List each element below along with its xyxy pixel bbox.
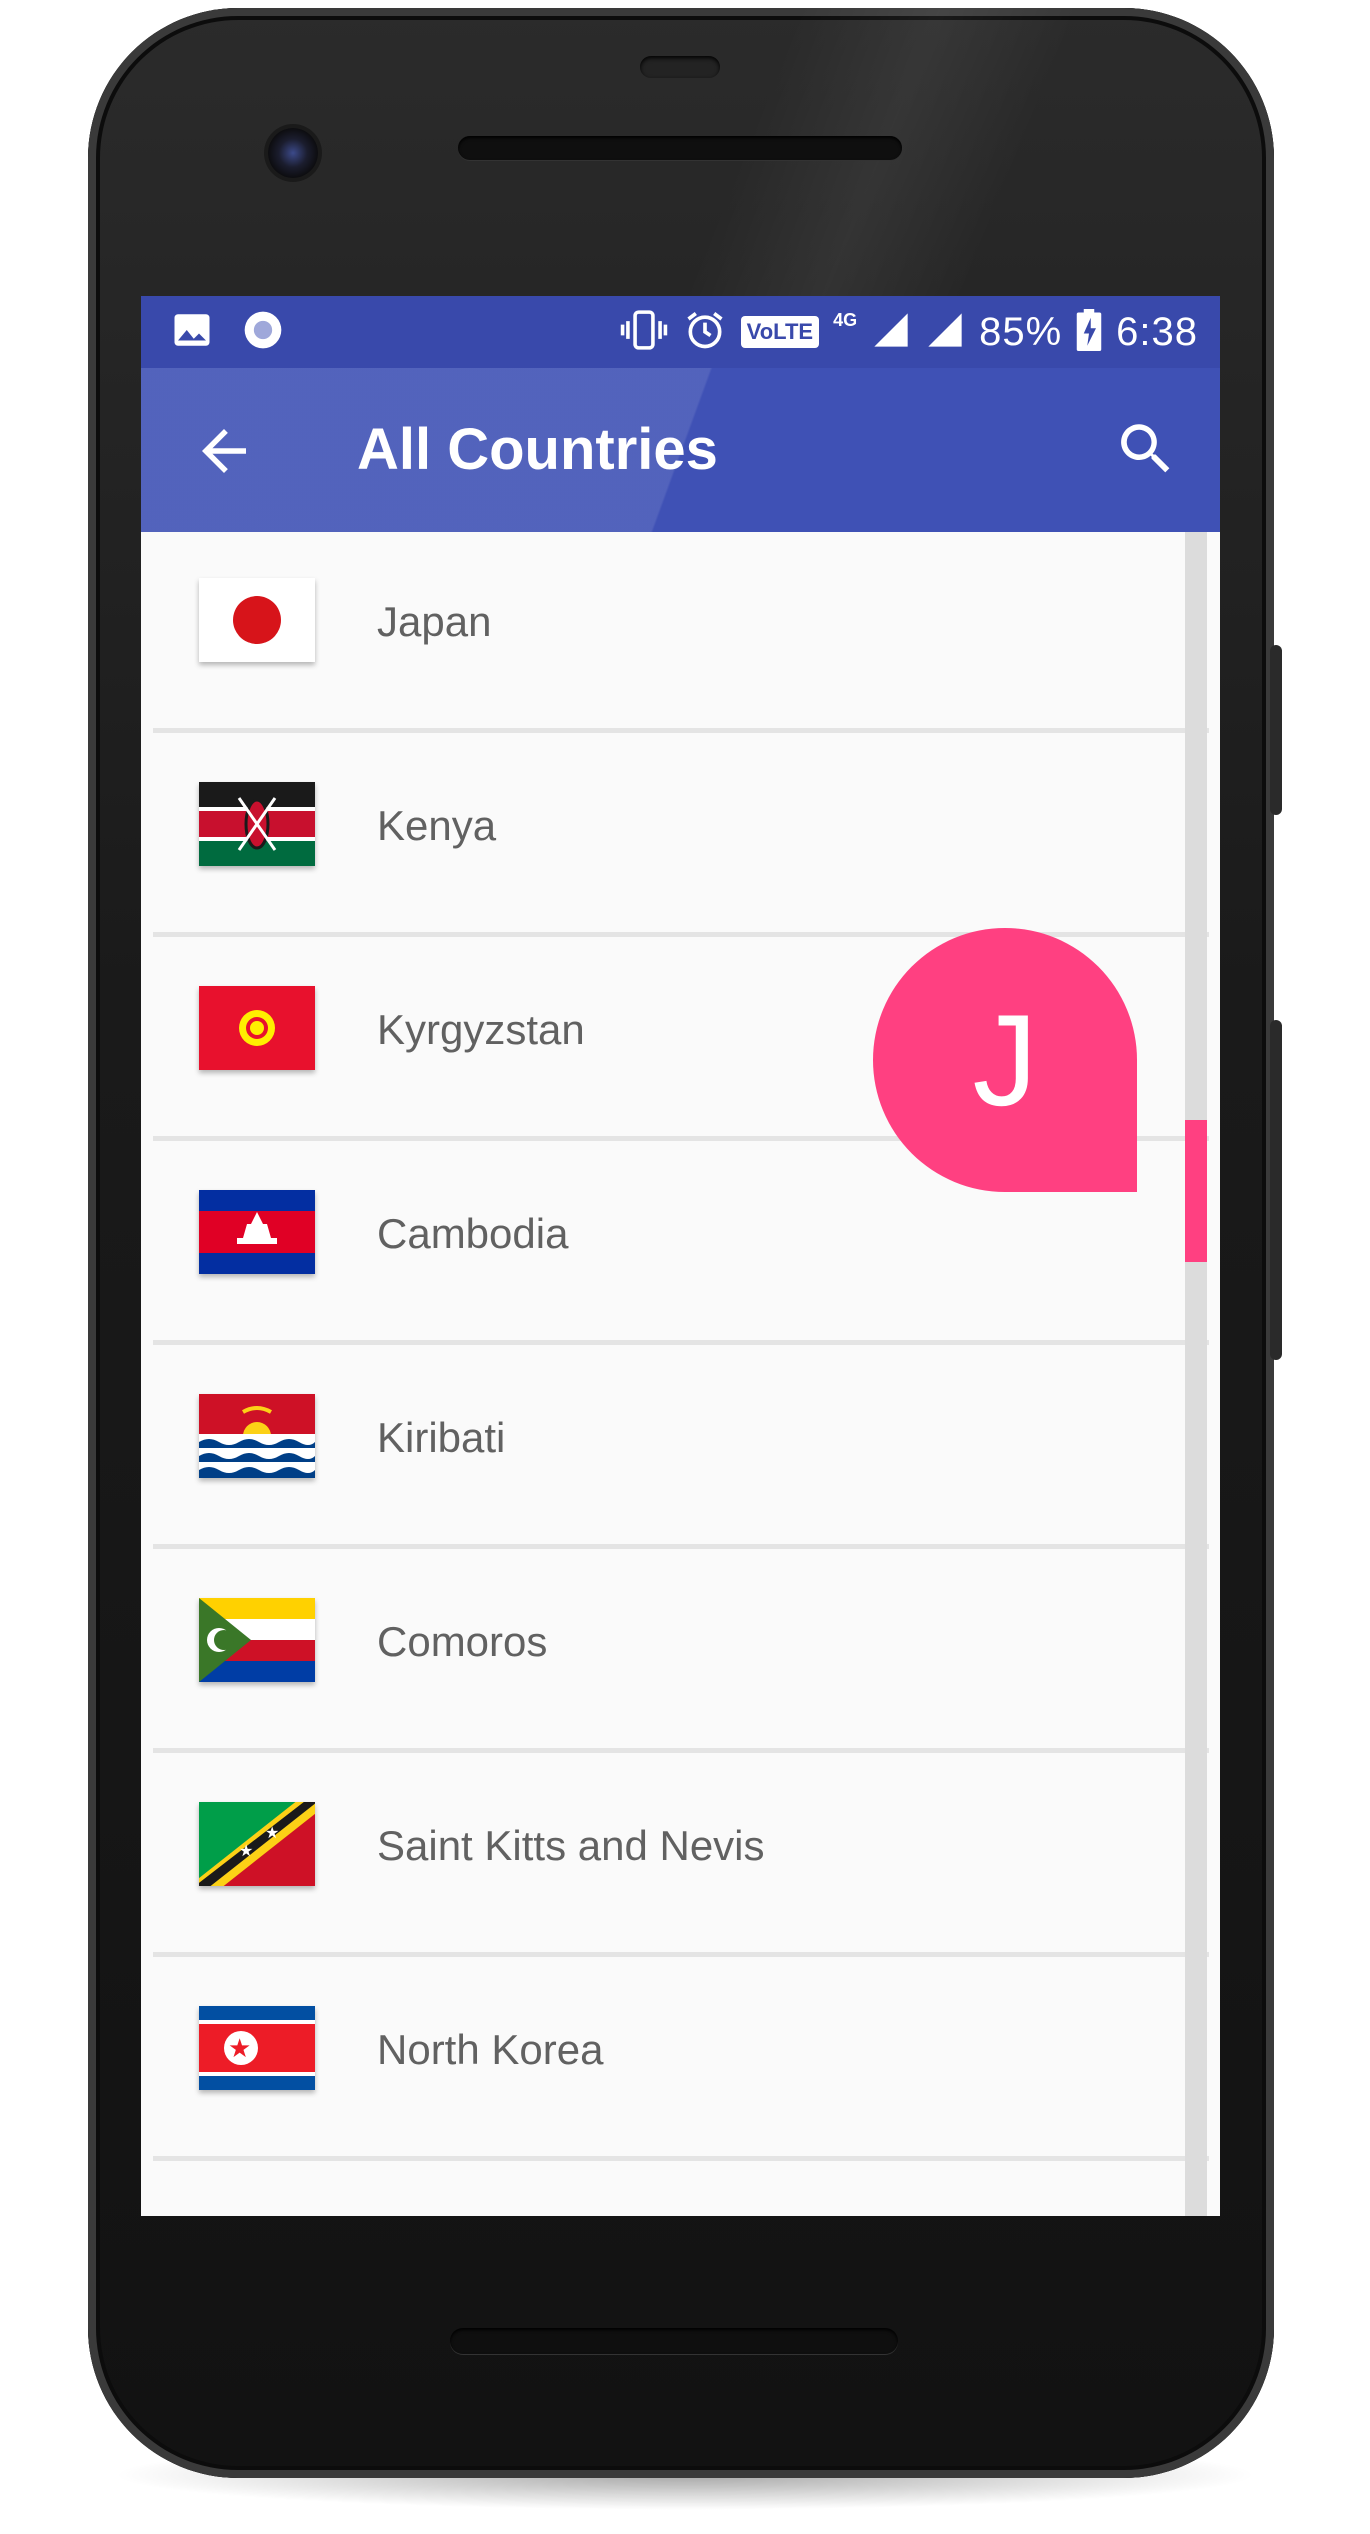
- list-item[interactable]: Kiribati: [141, 1348, 1220, 1552]
- svg-text:★: ★: [265, 1823, 279, 1842]
- svg-text:★: ★: [239, 1841, 253, 1860]
- divider: [153, 728, 1209, 733]
- search-icon: [1121, 424, 1170, 473]
- arrow-back-icon: [202, 429, 246, 473]
- list-item[interactable]: Comoros: [141, 1552, 1220, 1756]
- list-item[interactable]: Kenya: [141, 736, 1220, 940]
- country-name: Kyrgyzstan: [377, 1006, 585, 1053]
- battery-percent: 85%: [979, 309, 1063, 354]
- volume-button: [1270, 1020, 1282, 1360]
- list-item[interactable]: ★ ★ Saint Kitts and Nevis: [141, 1756, 1220, 1960]
- kiribati-flag: [199, 1394, 315, 1478]
- back-button[interactable]: [191, 418, 257, 484]
- bottom-speaker: [450, 2328, 898, 2354]
- divider: [153, 1952, 1209, 1957]
- alarm-icon: [683, 308, 727, 357]
- cambodia-flag: [199, 1190, 315, 1274]
- list-item[interactable]: ★ North Korea: [141, 1960, 1220, 2164]
- comoros-flag: [199, 1598, 315, 1682]
- clock: 6:38: [1116, 309, 1198, 354]
- phone-screen: VoLTE 4G 85% 6:38 All Countries Japan Ke…: [141, 296, 1220, 2216]
- country-name: North Korea: [377, 2026, 604, 2073]
- volte-icon: VoLTE: [740, 316, 820, 348]
- north-korea-flag: ★: [199, 2006, 315, 2090]
- search-button[interactable]: [1113, 416, 1179, 482]
- japan-flag: [199, 578, 315, 662]
- fast-scroll-letter: J: [972, 987, 1038, 1133]
- record-icon: [241, 308, 285, 357]
- app-bar: All Countries: [141, 368, 1220, 532]
- country-name: Kenya: [377, 802, 497, 849]
- image-icon: [171, 309, 213, 356]
- country-name: Cambodia: [377, 1210, 569, 1257]
- page-title: All Countries: [357, 417, 718, 482]
- top-speaker: [458, 136, 902, 160]
- vibrate-icon: [619, 308, 669, 357]
- list-item[interactable]: Japan: [141, 532, 1220, 736]
- scrollbar-track[interactable]: [1185, 532, 1207, 2216]
- svg-text:★: ★: [228, 2034, 251, 2064]
- divider: [153, 2156, 1209, 2161]
- country-name: Kiribati: [377, 1414, 506, 1461]
- kyrgyzstan-flag: [199, 986, 315, 1070]
- country-name: Comoros: [377, 1618, 548, 1665]
- signal-icon: [925, 310, 965, 355]
- divider: [153, 1544, 1209, 1549]
- front-camera: [268, 128, 318, 178]
- country-name: Saint Kitts and Nevis: [377, 1822, 765, 1869]
- country-name: Japan: [377, 598, 492, 645]
- kenya-flag: [199, 782, 315, 866]
- scrollbar-thumb[interactable]: [1185, 1120, 1207, 1262]
- country-list: Japan Kenya Kyrgyzstan Cambodia Kiribati…: [141, 532, 1220, 2164]
- saint-kitts-and-nevis-flag: ★ ★: [199, 1802, 315, 1886]
- status-bar: VoLTE 4G 85% 6:38: [141, 296, 1220, 368]
- battery-charging-icon: [1076, 308, 1102, 356]
- network-type-label: 4G: [833, 309, 858, 330]
- fast-scroll-bubble: J: [873, 928, 1137, 1192]
- divider: [153, 1340, 1209, 1345]
- signal-icon: [871, 310, 911, 355]
- divider: [153, 1748, 1209, 1753]
- power-button: [1270, 645, 1282, 815]
- proximity-sensor: [640, 56, 720, 78]
